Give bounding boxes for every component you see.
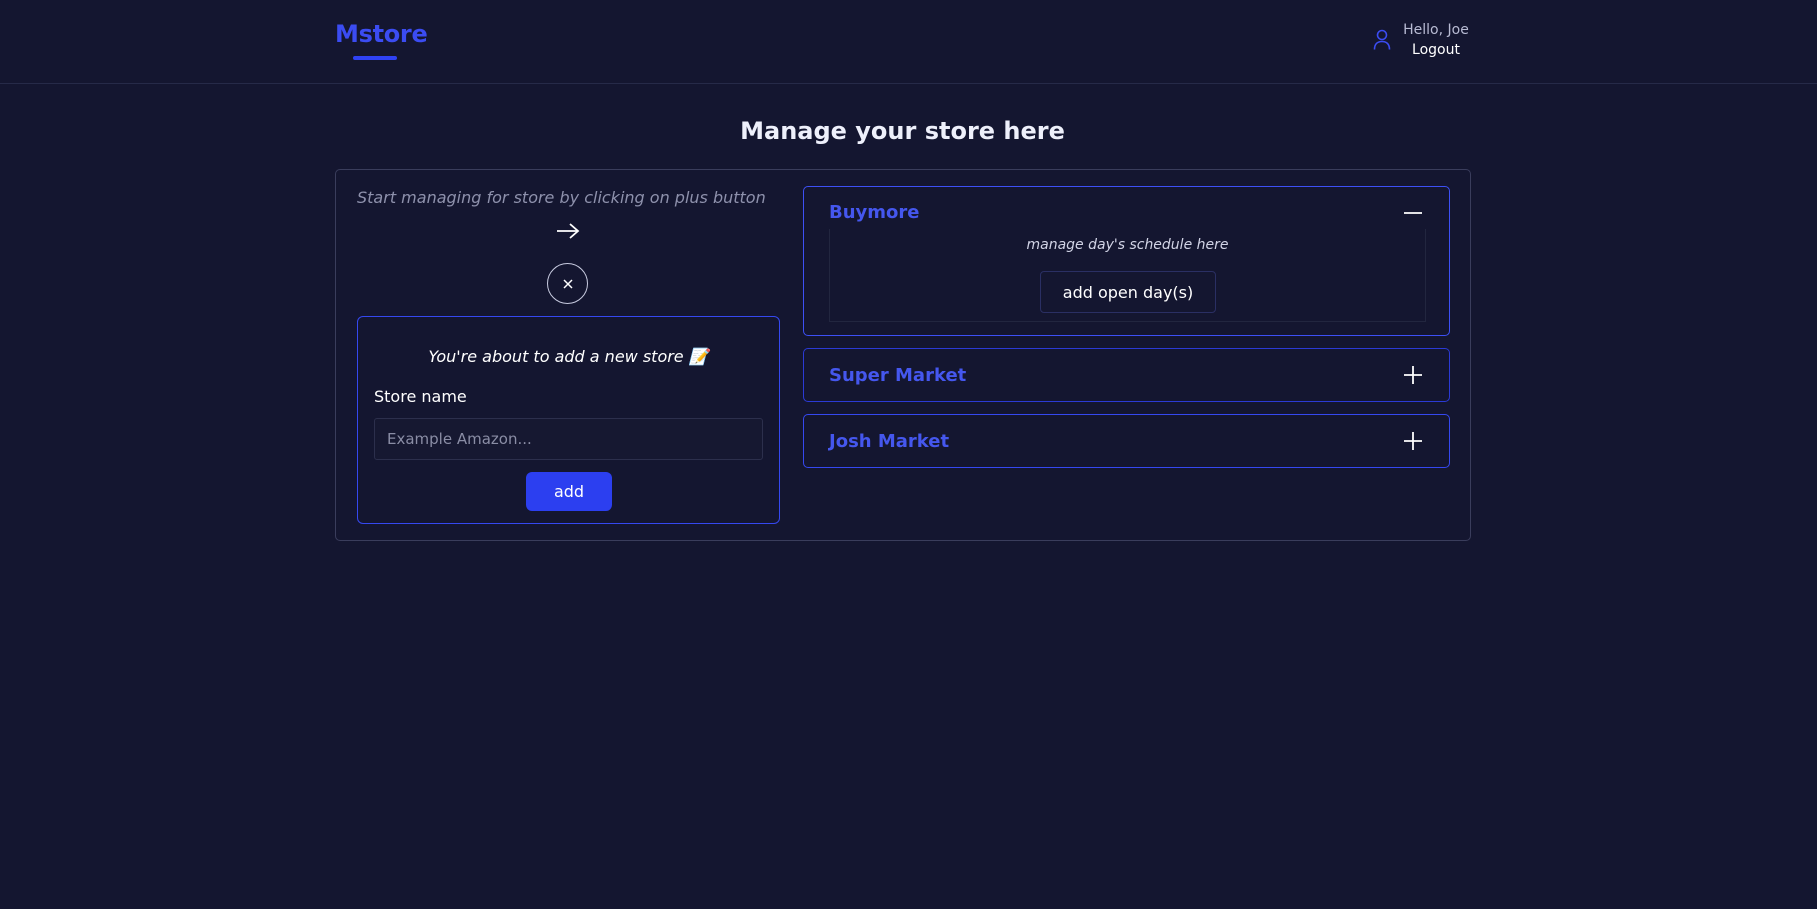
add-store-button[interactable]: add [526,472,612,511]
logout-link[interactable]: Logout [1400,40,1472,60]
greeting-text: Hello, Joe [1403,22,1469,38]
add-open-days-button[interactable]: add open day(s) [1040,271,1216,313]
store-item-josh-market[interactable]: Josh Market [803,414,1450,468]
logo-underline [353,56,397,60]
arrow-right-icon [557,223,580,239]
logo[interactable]: Mstore [335,20,428,48]
user-menu: Hello, Joe Logout [1400,20,1472,60]
store-name-input[interactable] [374,418,763,460]
close-icon [562,278,573,289]
top-navbar: Mstore Hello, Joe Logout [0,0,1817,84]
minus-icon[interactable] [1403,203,1423,223]
main-panel: Start managing for store by clicking on … [335,169,1471,541]
close-form-button[interactable] [547,263,588,304]
user-icon [1373,29,1391,50]
store-item-super-market[interactable]: Super Market [803,348,1450,402]
store-name[interactable]: Super Market [829,365,966,386]
page-title: Manage your store here [740,117,1065,145]
store-item-buymore: Buymore manage day's schedule here add o… [803,186,1450,336]
store-name[interactable]: Josh Market [829,431,949,452]
plus-icon[interactable] [1403,365,1423,385]
schedule-text: manage day's schedule here [1026,237,1229,253]
add-store-form: You're about to add a new store 📝 Store … [357,316,780,524]
plus-icon[interactable] [1403,431,1423,451]
store-name[interactable]: Buymore [829,202,919,223]
hint-text: Start managing for store by clicking on … [357,188,766,207]
schedule-panel: manage day's schedule here add open day(… [829,229,1426,322]
store-name-label: Store name [374,387,467,406]
form-title: You're about to add a new store 📝 [428,347,709,366]
